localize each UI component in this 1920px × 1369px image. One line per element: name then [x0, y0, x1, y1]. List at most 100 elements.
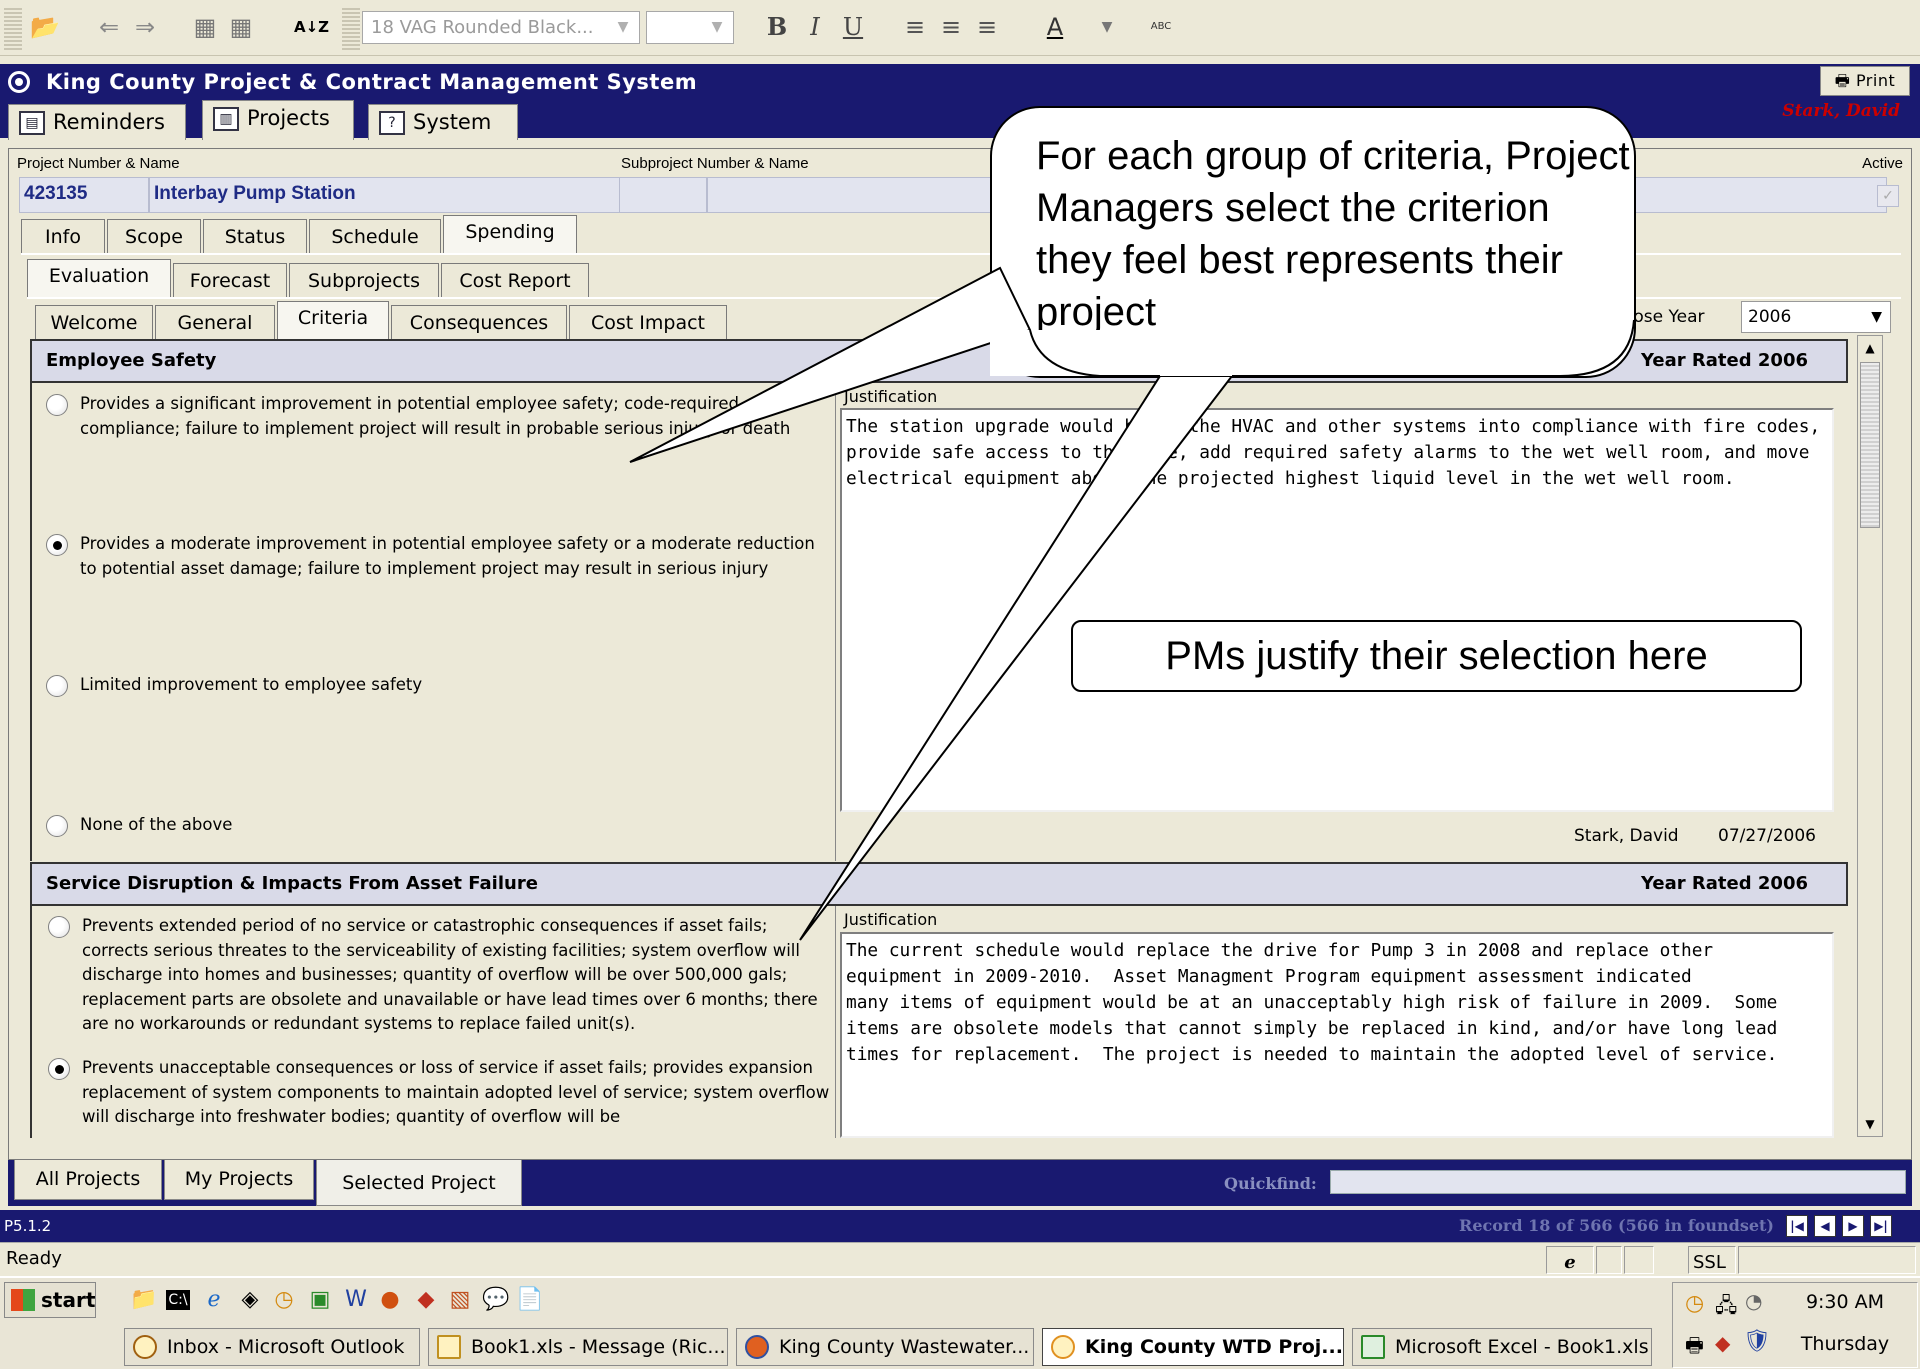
next-record-icon[interactable]: ▶ — [1842, 1215, 1864, 1237]
tab-criteria[interactable]: Criteria — [277, 301, 389, 339]
tab-general[interactable]: General — [155, 305, 275, 339]
tab-label: Projects — [247, 106, 330, 130]
underline-button[interactable]: U — [838, 12, 868, 42]
scroll-thumb[interactable] — [1860, 362, 1880, 528]
align-left-icon[interactable]: ≡ — [900, 12, 930, 42]
radio-button-selected[interactable] — [46, 534, 68, 556]
powerpoint-icon[interactable]: ▧ — [446, 1286, 474, 1314]
network-icon[interactable]: 🖧 — [1715, 1291, 1737, 1325]
justification-textarea[interactable]: The current schedule would replace the d… — [840, 932, 1834, 1138]
scroll-down-icon[interactable]: ▼ — [1859, 1113, 1881, 1135]
criterion-option[interactable]: Prevents extended period of no service o… — [48, 914, 835, 1037]
tab-scope[interactable]: Scope — [107, 219, 201, 253]
tab-system[interactable]: ? System — [368, 104, 518, 140]
bold-button[interactable]: B — [762, 12, 792, 42]
active-checkbox[interactable]: ✓ — [1877, 185, 1899, 207]
radio-button[interactable] — [48, 916, 70, 938]
criterion-option[interactable]: Prevents unacceptable consequences or lo… — [48, 1056, 835, 1130]
first-record-icon[interactable]: |◀ — [1786, 1215, 1808, 1237]
word-icon[interactable]: W — [342, 1286, 370, 1314]
tab-info[interactable]: Info — [21, 219, 105, 253]
tab-welcome[interactable]: Welcome — [35, 305, 153, 339]
italic-button[interactable]: I — [800, 12, 830, 42]
firefox-icon[interactable]: ● — [376, 1286, 404, 1314]
back-arrow-icon[interactable]: ⇐ — [94, 12, 124, 42]
current-user: Stark, David — [1782, 101, 1900, 121]
justification-textarea[interactable]: The station upgrade would bring the HVAC… — [840, 408, 1834, 812]
radio-button-selected[interactable] — [48, 1058, 70, 1080]
quickfind-input[interactable] — [1330, 1170, 1906, 1194]
shield-icon[interactable]: 🛡 — [1743, 1329, 1771, 1354]
criterion-option[interactable]: Limited improvement to employee safety — [46, 673, 836, 698]
tab-label: Reminders — [53, 110, 165, 134]
insert-table-icon[interactable]: ▦ — [190, 12, 220, 42]
notepad-icon[interactable]: 📄 — [516, 1286, 544, 1314]
sort-icon[interactable]: A↓Z — [294, 12, 329, 42]
tab-forecast[interactable]: Forecast — [173, 263, 287, 297]
task-wtd-project[interactable]: King County WTD Proj... — [1042, 1328, 1344, 1366]
font-color-button[interactable]: A — [1040, 12, 1070, 42]
tab-cost-report[interactable]: Cost Report — [441, 263, 589, 297]
scroll-up-icon[interactable]: ▲ — [1859, 337, 1881, 359]
align-center-icon[interactable]: ≡ — [936, 12, 966, 42]
year-select[interactable]: 2006 ▼ — [1741, 301, 1891, 333]
criterion-option[interactable]: Provides a significant improvement in po… — [46, 392, 836, 441]
task-book1-message[interactable]: Book1.xls - Message (Ric... — [428, 1328, 728, 1366]
criterion-option[interactable]: None of the above — [46, 813, 836, 838]
criteria-scrollbar[interactable]: ▲ ▼ — [1857, 335, 1883, 1137]
start-button[interactable]: start — [4, 1282, 96, 1318]
app-icon[interactable]: ◈ — [236, 1286, 264, 1314]
subproject-number-field[interactable] — [619, 177, 707, 213]
ie-icon[interactable]: ℯ — [200, 1286, 228, 1314]
font-size-select[interactable]: ▼ — [646, 11, 734, 44]
open-folder-icon[interactable]: 📂 — [30, 12, 60, 42]
security-icon[interactable]: ◔ — [1745, 1289, 1762, 1313]
section-title: Service Disruption & Impacts From Asset … — [46, 873, 538, 894]
delete-table-icon[interactable]: ▦ — [226, 12, 256, 42]
font-select[interactable]: 18 VAG Rounded Black... ▼ — [362, 11, 640, 44]
start-label: start — [41, 1288, 96, 1312]
project-number-field[interactable]: 423135 — [19, 177, 149, 213]
app-icon[interactable]: ◆ — [412, 1286, 440, 1314]
project-number-label: Project Number & Name — [17, 155, 180, 172]
print-button[interactable]: 🖶 Print — [1820, 66, 1910, 96]
toolbar-grip[interactable] — [342, 6, 360, 50]
chevron-down-icon[interactable]: ▼ — [1092, 12, 1122, 42]
outlook-tray-icon[interactable]: ◷ — [1685, 1291, 1704, 1316]
folder-icon[interactable]: 📁 — [130, 1286, 158, 1314]
forward-arrow-icon[interactable]: ⇒ — [130, 12, 160, 42]
align-right-icon[interactable]: ≡ — [972, 12, 1002, 42]
chat-icon[interactable]: 💬 — [482, 1286, 510, 1314]
tab-evaluation[interactable]: Evaluation — [27, 259, 171, 297]
last-record-icon[interactable]: ▶| — [1870, 1215, 1892, 1237]
tab-all-projects[interactable]: All Projects — [14, 1160, 162, 1200]
tab-spending[interactable]: Spending — [443, 215, 577, 253]
printer-tray-icon[interactable]: 🖶 — [1685, 1331, 1704, 1365]
radio-button[interactable] — [46, 394, 68, 416]
task-outlook[interactable]: Inbox - Microsoft Outlook — [124, 1328, 420, 1366]
chevron-down-icon: ▼ — [1871, 309, 1882, 325]
criterion-option[interactable]: Provides a moderate improvement in poten… — [46, 532, 836, 581]
tab-cost-impact[interactable]: Cost Impact — [569, 305, 727, 339]
tab-label: System — [413, 110, 492, 134]
tab-consequences[interactable]: Consequences — [391, 305, 567, 339]
tab-schedule[interactable]: Schedule — [309, 219, 441, 253]
tab-subprojects[interactable]: Subprojects — [289, 263, 439, 297]
previous-record-icon[interactable]: ◀ — [1814, 1215, 1836, 1237]
radio-button[interactable] — [46, 675, 68, 697]
tab-my-projects[interactable]: My Projects — [164, 1160, 314, 1200]
project-name-field[interactable]: Interbay Pump Station — [149, 177, 623, 213]
tab-status[interactable]: Status — [203, 219, 307, 253]
task-excel[interactable]: Microsoft Excel - Book1.xls — [1352, 1328, 1652, 1366]
spellcheck-icon[interactable]: ABC — [1146, 12, 1176, 42]
tab-projects[interactable]: ▥ Projects — [202, 100, 354, 140]
tab-selected-project[interactable]: Selected Project — [316, 1160, 522, 1206]
task-firefox[interactable]: King County Wastewater... — [736, 1328, 1034, 1366]
radio-button[interactable] — [46, 815, 68, 837]
excel-icon[interactable]: ▣ — [306, 1286, 334, 1314]
toolbar-grip[interactable] — [4, 6, 22, 50]
tab-reminders[interactable]: ▤ Reminders — [8, 104, 186, 140]
outlook-icon[interactable]: ◷ — [270, 1286, 298, 1314]
app-tray-icon[interactable]: ◆ — [1715, 1331, 1730, 1355]
cmd-icon[interactable]: C:\ — [166, 1290, 190, 1310]
